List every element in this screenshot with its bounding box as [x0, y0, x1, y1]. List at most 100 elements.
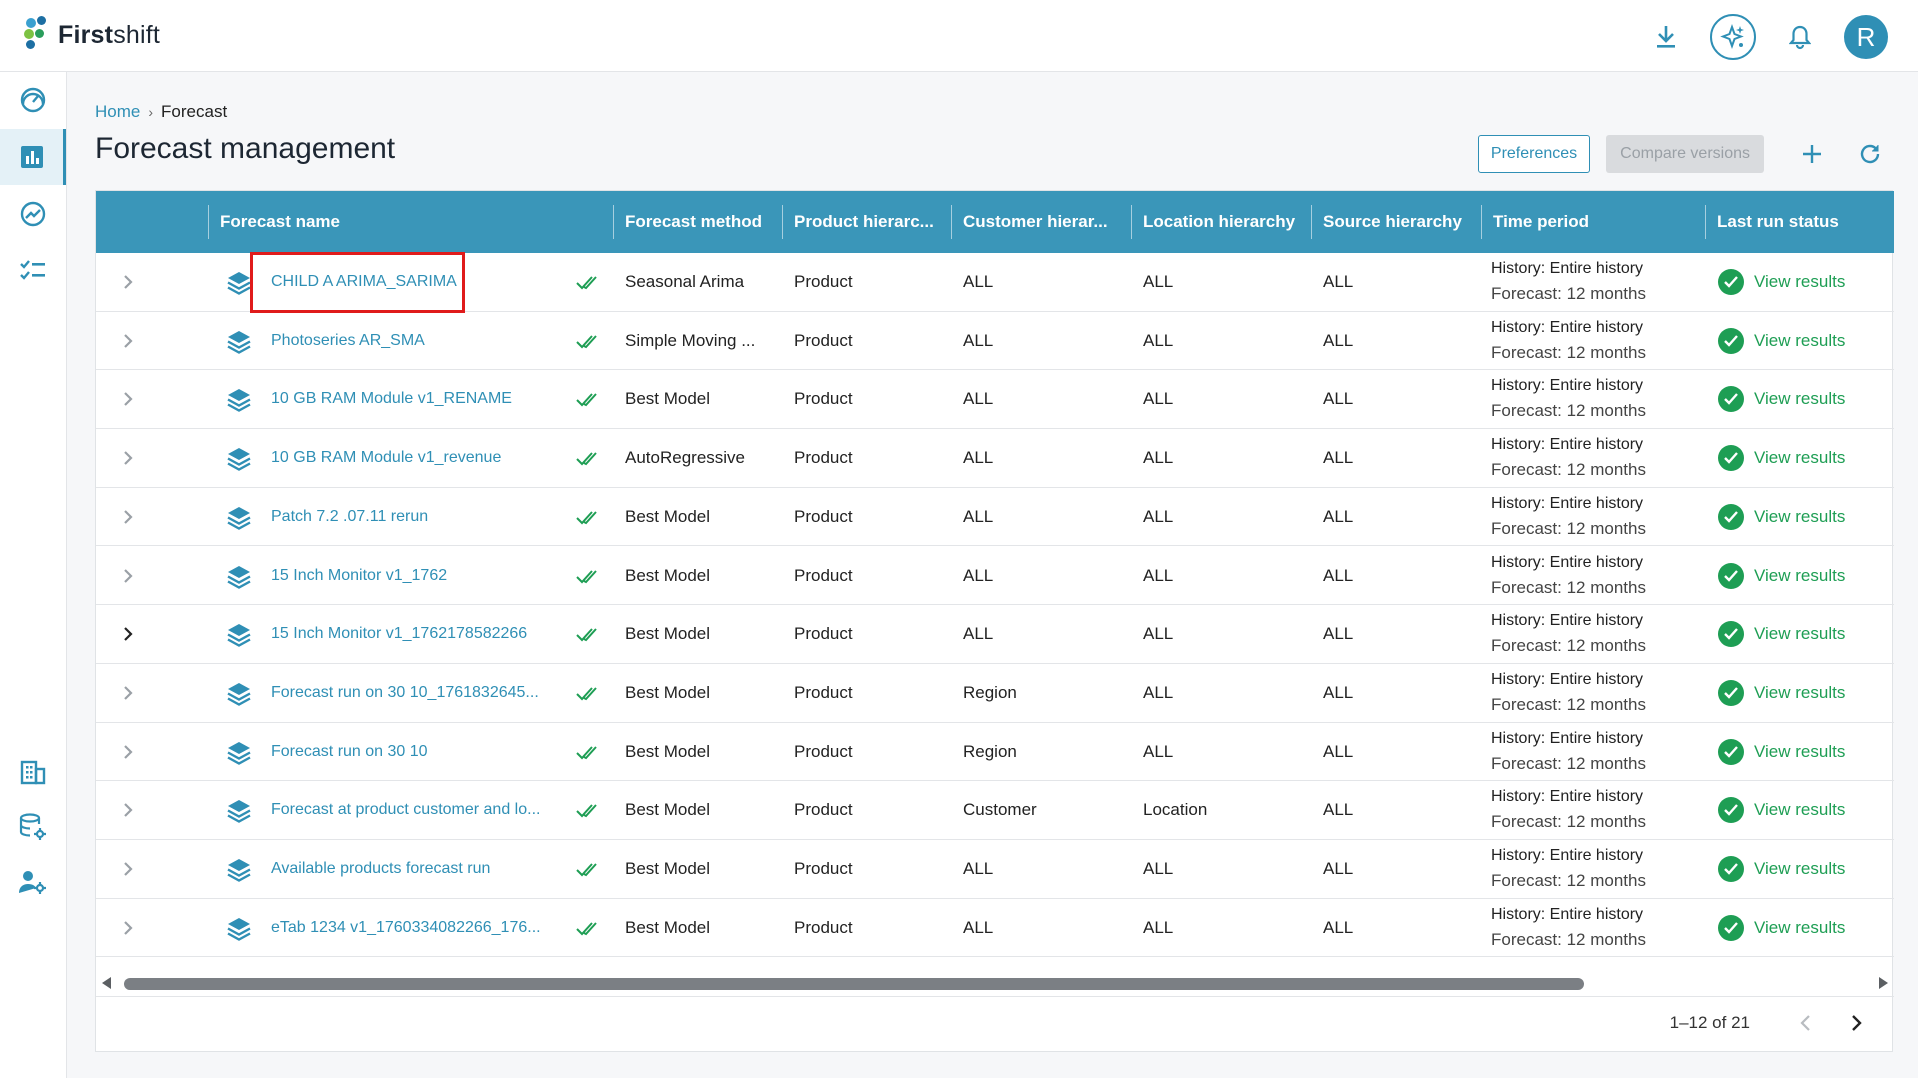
last-run-status-cell: View results [1718, 370, 1845, 428]
table-row[interactable]: Photoseries AR_SMA Simple Moving ... Pro… [96, 312, 1894, 371]
table-row[interactable]: eTab 1234 v1_1760334082266_176... Best M… [96, 899, 1894, 958]
forecast-name-link[interactable]: Forecast run on 30 10 [271, 723, 551, 781]
table-row[interactable]: Patch 7.2 .07.11 rerun Best Model Produc… [96, 488, 1894, 547]
expand-row-button[interactable] [116, 564, 140, 588]
sidebar-item-user-settings[interactable] [0, 854, 66, 910]
view-results-link[interactable]: View results [1754, 742, 1845, 762]
expand-row-button[interactable] [116, 270, 140, 294]
table-row[interactable]: Forecast run on 30 10_1761832645... Best… [96, 664, 1894, 723]
forecast-name-link[interactable]: Available products forecast run [271, 840, 551, 898]
sidebar-item-data-settings[interactable] [0, 799, 66, 855]
column-header-product-hierarchy[interactable]: Product hierarc... [794, 191, 944, 253]
expand-row-button[interactable] [116, 446, 140, 470]
scroll-right-icon[interactable] [1879, 977, 1888, 989]
download-icon[interactable] [1644, 15, 1688, 59]
chevron-right-icon [124, 392, 133, 407]
forecast-period: Forecast: 12 months [1491, 460, 1646, 480]
horizontal-scrollbar[interactable] [96, 971, 1894, 997]
column-header-location-hierarchy[interactable]: Location hierarchy [1143, 191, 1313, 253]
source-hierarchy-cell: ALL [1323, 506, 1354, 526]
view-results-link[interactable]: View results [1754, 448, 1845, 468]
previous-page-button[interactable] [1790, 1008, 1820, 1038]
avatar[interactable]: R [1844, 15, 1888, 59]
refresh-button[interactable] [1846, 134, 1894, 174]
forecast-name-link[interactable]: 15 Inch Monitor v1_1762 [271, 547, 551, 605]
expand-row-button[interactable] [116, 622, 140, 646]
expand-row-button[interactable] [116, 329, 140, 353]
forecast-name-link[interactable]: 10 GB RAM Module v1_revenue [271, 429, 551, 487]
view-results-link[interactable]: View results [1754, 859, 1845, 879]
expand-row-button[interactable] [116, 857, 140, 881]
forecast-name-link[interactable]: eTab 1234 v1_1760334082266_176... [271, 899, 551, 957]
view-results-link[interactable]: View results [1754, 918, 1845, 938]
table-row[interactable]: 10 GB RAM Module v1_revenue AutoRegressi… [96, 429, 1894, 488]
view-results-link[interactable]: View results [1754, 624, 1845, 644]
ai-sparkle-icon[interactable] [1710, 14, 1756, 60]
location-hierarchy-cell: ALL [1143, 389, 1174, 409]
forecast-name-link[interactable]: 10 GB RAM Module v1_RENAME [271, 370, 551, 428]
sidebar-item-forecast[interactable] [0, 129, 66, 185]
forecast-name-link[interactable]: Forecast run on 30 10_1761832645... [271, 664, 551, 722]
time-period-cell: History: Entire history Forecast: 12 mon… [1491, 312, 1646, 370]
view-results-link[interactable]: View results [1754, 800, 1845, 820]
table-row[interactable]: Forecast at product customer and lo... B… [96, 781, 1894, 840]
time-period-cell: History: Entire history Forecast: 12 mon… [1491, 605, 1646, 663]
add-forecast-button[interactable] [1788, 134, 1836, 174]
expand-row-button[interactable] [116, 740, 140, 764]
table-row[interactable]: 10 GB RAM Module v1_RENAME Best Model Pr… [96, 370, 1894, 430]
customer-hierarchy-cell: ALL [963, 506, 994, 526]
view-results-link[interactable]: View results [1754, 331, 1845, 351]
layers-icon [227, 330, 251, 354]
breadcrumb-home-link[interactable]: Home [95, 102, 140, 122]
view-results-link[interactable]: View results [1754, 507, 1845, 527]
next-page-button[interactable] [1842, 1008, 1872, 1038]
table-row[interactable]: CHILD A ARIMA_SARIMA Seasonal Arima Prod… [96, 253, 1894, 312]
column-header-forecast-method[interactable]: Forecast method [625, 191, 785, 253]
column-header-forecast-name[interactable]: Forecast name [220, 191, 540, 253]
table-row[interactable]: 15 Inch Monitor v1_1762178582266 Best Mo… [96, 605, 1894, 664]
sidebar-item-organization[interactable] [0, 744, 66, 800]
forecast-period: Forecast: 12 months [1491, 812, 1646, 832]
forecast-name-link[interactable]: Patch 7.2 .07.11 rerun [271, 488, 551, 546]
history-period: History: Entire history [1491, 788, 1644, 806]
column-header-time-period[interactable]: Time period [1493, 191, 1693, 253]
view-results-link[interactable]: View results [1754, 566, 1845, 586]
scrollbar-thumb[interactable] [124, 978, 1584, 990]
forecast-name-link[interactable]: Forecast at product customer and lo... [271, 781, 551, 839]
view-results-link[interactable]: View results [1754, 389, 1845, 409]
location-hierarchy-cell: ALL [1143, 330, 1174, 350]
view-results-link[interactable]: View results [1754, 272, 1845, 292]
app-logo[interactable]: Firstshift [24, 16, 160, 54]
forecast-name-link[interactable]: Photoseries AR_SMA [271, 312, 551, 370]
forecast-method-cell: Best Model [625, 565, 711, 585]
expand-row-button[interactable] [116, 916, 140, 940]
table-row[interactable]: 15 Inch Monitor v1_1762 Best Model Produ… [96, 547, 1894, 606]
table-row[interactable]: Available products forecast run Best Mod… [96, 840, 1894, 899]
forecast-name-link[interactable]: CHILD A ARIMA_SARIMA [271, 253, 551, 311]
location-hierarchy-cell: ALL [1143, 624, 1174, 644]
preferences-button[interactable]: Preferences [1477, 135, 1591, 173]
product-hierarchy-cell: Product [794, 917, 853, 937]
expand-row-button[interactable] [116, 505, 140, 529]
chevron-right-icon [124, 451, 133, 465]
expand-row-button[interactable] [116, 681, 140, 705]
forecast-name-link[interactable]: 15 Inch Monitor v1_1762178582266 [271, 605, 551, 663]
sidebar-item-trends[interactable] [0, 186, 66, 242]
sidebar-item-dashboard[interactable] [0, 72, 66, 128]
scroll-left-icon[interactable] [102, 977, 111, 989]
last-run-status-cell: View results [1718, 781, 1845, 839]
sidebar-item-tasks[interactable] [0, 243, 66, 299]
expand-row-button[interactable] [116, 387, 140, 411]
view-results-link[interactable]: View results [1754, 683, 1845, 703]
column-header-last-run-status[interactable]: Last run status [1717, 191, 1887, 253]
source-hierarchy-cell: ALL [1323, 859, 1354, 878]
compare-versions-button[interactable]: Compare versions [1606, 135, 1764, 173]
column-header-source-hierarchy[interactable]: Source hierarchy [1323, 191, 1483, 253]
database-settings-icon [19, 813, 46, 840]
expand-row-button[interactable] [116, 798, 140, 822]
column-header-customer-hierarchy[interactable]: Customer hierar... [963, 191, 1128, 253]
table-row[interactable]: Forecast run on 30 10 Best Model Product… [96, 723, 1894, 782]
bell-icon[interactable] [1778, 15, 1822, 59]
product-hierarchy-cell: Product [794, 800, 853, 820]
customer-hierarchy-cell: Customer [963, 800, 1037, 820]
